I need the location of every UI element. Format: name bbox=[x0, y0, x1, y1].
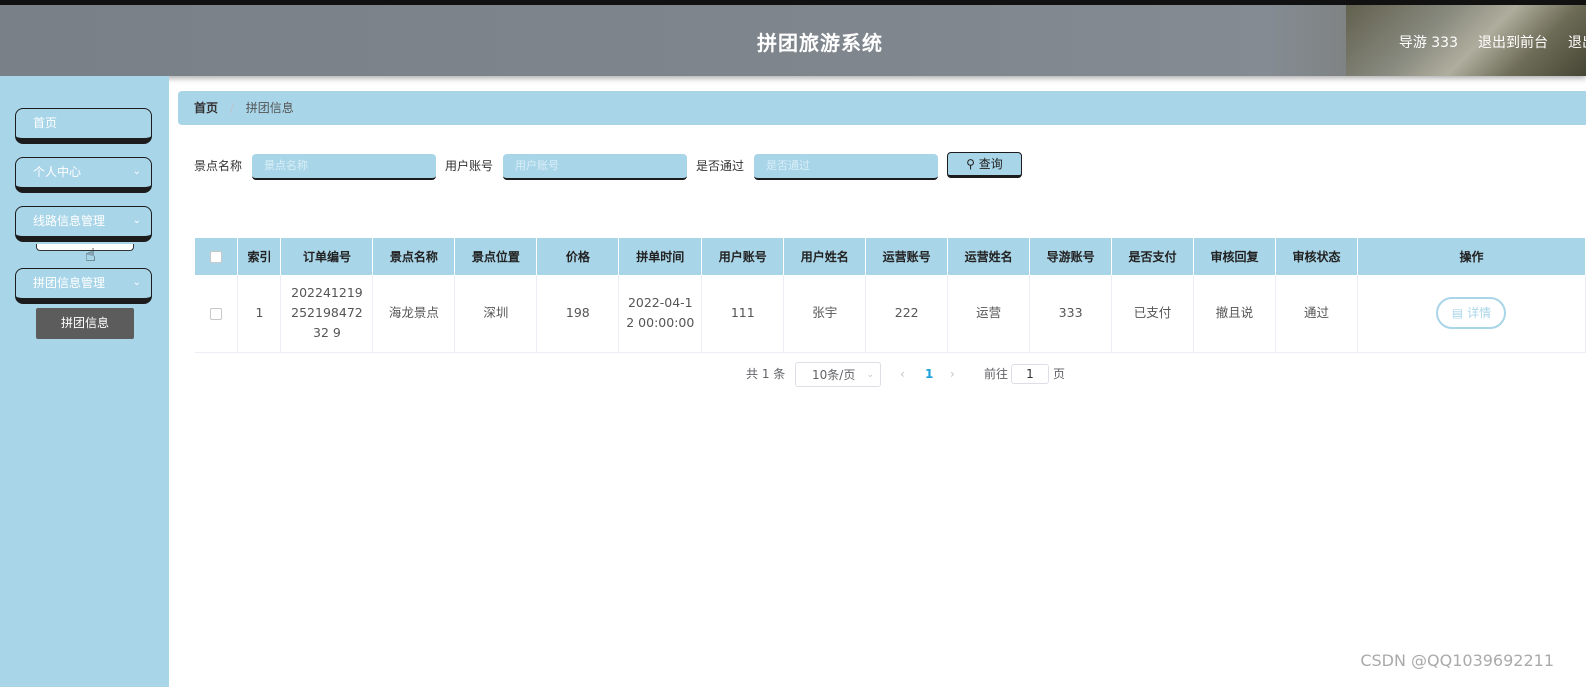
column-header: 价格 bbox=[536, 238, 620, 275]
table-header-row: 索引 订单编号 景点名称 景点位置 价格 拼单时间 用户账号 用户姓名 运营账号… bbox=[195, 238, 1586, 275]
column-header: 索引 bbox=[237, 238, 282, 275]
sidebar-item-label: 个人中心 bbox=[33, 165, 82, 179]
cell-order-no: 20224121925219847232 9 bbox=[280, 275, 374, 353]
search-icon: ⚲ bbox=[966, 157, 975, 171]
breadcrumb-separator: / bbox=[229, 101, 234, 115]
page-size-select[interactable]: 10条/页 ⌄ bbox=[795, 362, 881, 387]
chevron-down-icon: ⌄ bbox=[132, 166, 141, 177]
breadcrumb: 首页 / 拼团信息 bbox=[178, 91, 1586, 125]
cell-paid: 已支付 bbox=[1111, 275, 1195, 353]
select-all-checkbox[interactable] bbox=[210, 251, 223, 263]
column-header: 拼单时间 bbox=[618, 238, 703, 275]
submenu-item-group-info[interactable]: 拼团信息 bbox=[36, 308, 134, 339]
sidebar-item-label: 线路信息管理 bbox=[33, 214, 106, 228]
chevron-down-icon: ⌄ bbox=[866, 370, 874, 380]
approved-input[interactable] bbox=[754, 154, 938, 180]
sidebar-item-label: 拼团信息管理 bbox=[33, 276, 106, 290]
breadcrumb-home[interactable]: 首页 bbox=[194, 101, 218, 115]
goto-suffix: 页 bbox=[1053, 367, 1066, 381]
row-select-cell bbox=[195, 275, 239, 353]
document-icon: ▤ bbox=[1451, 306, 1464, 321]
column-header: 用户账号 bbox=[701, 238, 785, 275]
page-number-current[interactable]: 1 bbox=[925, 362, 933, 386]
app-title: 拼团旅游系统 bbox=[757, 31, 883, 55]
sidebar-item-home[interactable]: 首页 bbox=[15, 108, 152, 144]
detail-button[interactable]: ▤ 详情 bbox=[1436, 297, 1507, 330]
cell-guide-account: 333 bbox=[1029, 275, 1113, 353]
goto-prefix: 前往 bbox=[984, 367, 1009, 381]
sidebar-item-personal-center[interactable]: 个人中心 ⌄ bbox=[15, 157, 152, 193]
column-header: 运营姓名 bbox=[947, 238, 1031, 275]
column-header: 是否支付 bbox=[1111, 238, 1195, 275]
cell-time: 2022-04-12 00:00:00 bbox=[618, 275, 703, 353]
detail-button-label: 详情 bbox=[1467, 306, 1492, 321]
spot-name-input[interactable] bbox=[252, 154, 436, 180]
group-info-table: 索引 订单编号 景点名称 景点位置 价格 拼单时间 用户账号 用户姓名 运营账号… bbox=[195, 238, 1586, 353]
pager-total: 共 1 条 bbox=[746, 367, 786, 381]
row-checkbox[interactable] bbox=[210, 307, 223, 320]
header-actions: 导游 333 退出到前台 退出 bbox=[1399, 32, 1586, 52]
logout-link[interactable]: 退出 bbox=[1568, 32, 1586, 52]
query-button[interactable]: ⚲ 查询 bbox=[947, 152, 1022, 178]
column-header: 审核状态 bbox=[1275, 238, 1358, 275]
chevron-down-icon: ⌄ bbox=[132, 215, 141, 226]
hand-cursor-icon: ☝ bbox=[85, 245, 96, 266]
cell-spot-name: 海龙景点 bbox=[372, 275, 456, 353]
breadcrumb-current: 拼团信息 bbox=[245, 101, 294, 115]
query-button-label: 查询 bbox=[978, 157, 1003, 171]
chevron-down-icon: ⌄ bbox=[132, 277, 141, 288]
column-header: 导游账号 bbox=[1029, 238, 1113, 275]
current-user: 导游 333 bbox=[1398, 35, 1458, 51]
exit-to-front-link[interactable]: 退出到前台 bbox=[1478, 32, 1548, 52]
cell-ops-name: 运营 bbox=[947, 275, 1031, 353]
page-size-value: 10条/页 bbox=[812, 368, 856, 382]
search-label-approved: 是否通过 bbox=[696, 159, 745, 173]
prev-page-icon[interactable]: ‹ bbox=[900, 362, 905, 386]
search-label-spot-name: 景点名称 bbox=[194, 159, 243, 173]
column-header: 订单编号 bbox=[280, 238, 374, 275]
select-all-cell bbox=[195, 238, 239, 275]
search-label-user-account: 用户账号 bbox=[445, 159, 494, 173]
cell-actions: ▤ 详情 bbox=[1357, 275, 1586, 353]
column-header: 景点名称 bbox=[372, 238, 456, 275]
table-row: 1 20224121925219847232 9 海龙景点 深圳 198 202… bbox=[195, 275, 1586, 353]
cell-status: 通过 bbox=[1275, 275, 1358, 353]
column-header: 运营账号 bbox=[865, 238, 949, 275]
sidebar-item-label: 首页 bbox=[33, 116, 58, 130]
sidebar-item-group-management[interactable]: 拼团信息管理 ⌄ bbox=[15, 268, 152, 304]
column-header: 景点位置 bbox=[454, 238, 538, 275]
user-account-input[interactable] bbox=[503, 154, 687, 180]
cell-ops-account: 222 bbox=[865, 275, 949, 353]
goto-page-input[interactable]: 1 bbox=[1011, 364, 1049, 384]
cell-reply: 撤且说 bbox=[1193, 275, 1277, 353]
top-header: 拼团旅游系统 导游 333 退出到前台 退出 bbox=[0, 0, 1586, 76]
cell-price: 198 bbox=[536, 275, 620, 353]
column-header: 用户姓名 bbox=[783, 238, 867, 275]
cell-user-account: 111 bbox=[701, 275, 785, 353]
cell-user-name: 张宇 bbox=[783, 275, 867, 353]
next-page-icon[interactable]: › bbox=[950, 362, 955, 386]
column-header: 审核回复 bbox=[1193, 238, 1277, 275]
sidebar-item-route-management[interactable]: 线路信息管理 ⌄ bbox=[15, 206, 152, 242]
cell-location: 深圳 bbox=[454, 275, 538, 353]
column-header: 操作 bbox=[1357, 238, 1586, 275]
watermark: CSDN @QQ1039692211 bbox=[1360, 651, 1554, 670]
cell-index: 1 bbox=[237, 275, 282, 353]
